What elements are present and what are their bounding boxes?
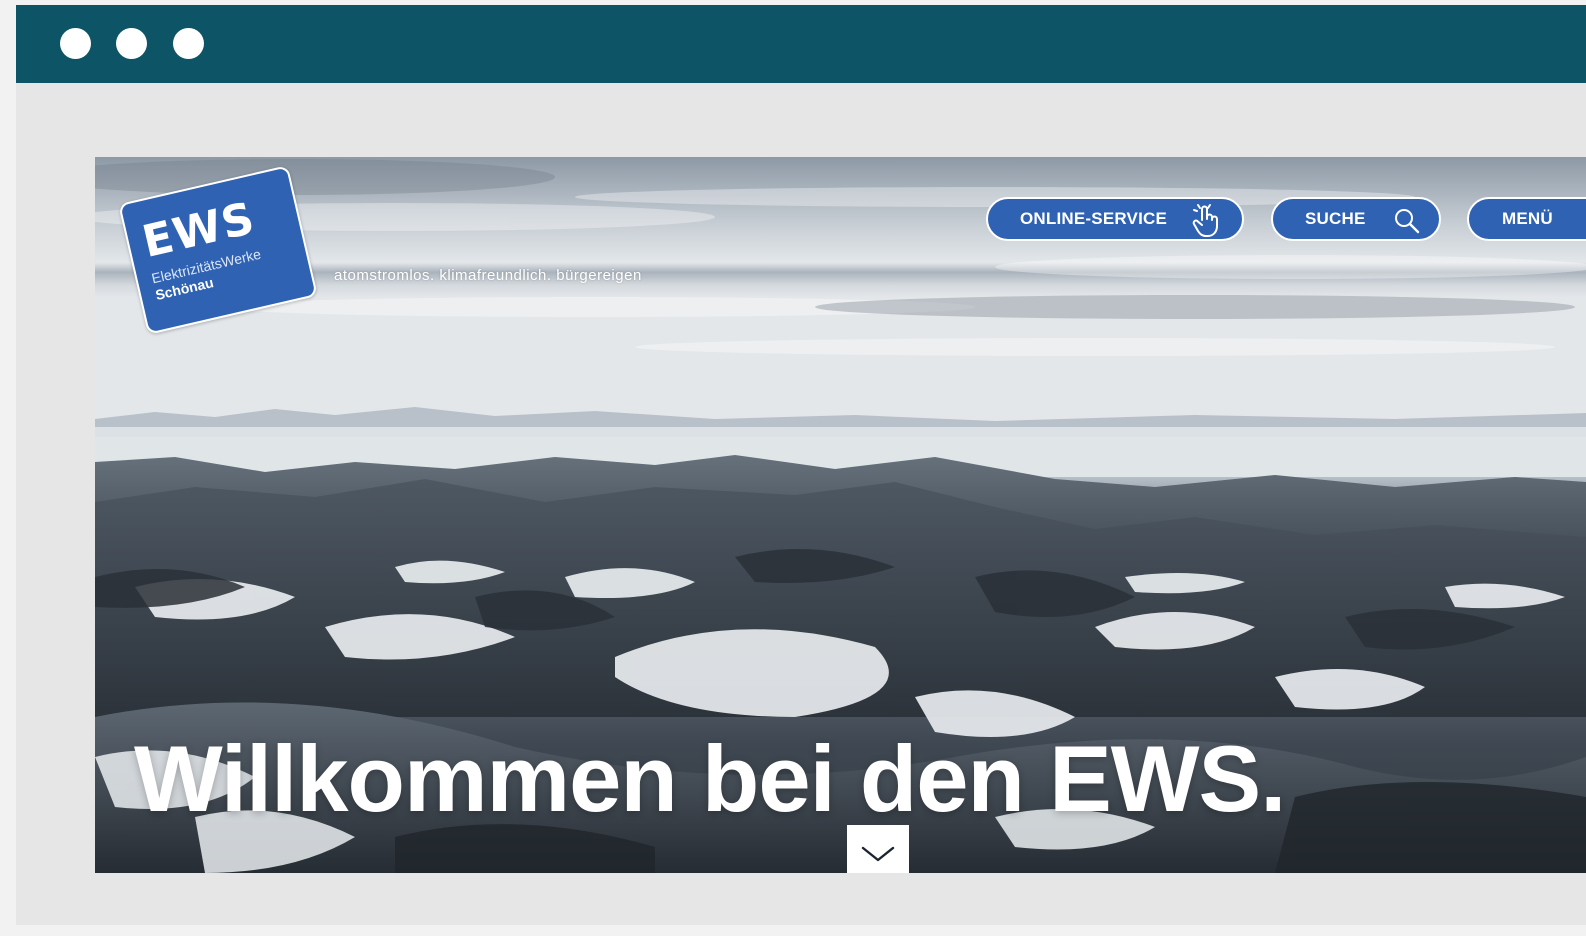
hero-headline: Willkommen bei den EWS. bbox=[134, 726, 1286, 831]
online-service-label: ONLINE-SERVICE bbox=[1020, 209, 1168, 228]
online-service-button[interactable]: ONLINE-SERVICE bbox=[986, 197, 1244, 241]
browser-window: EWS ElektrizitätsWerke Schönau atomstrom… bbox=[16, 5, 1586, 925]
search-button[interactable]: SUCHE bbox=[1271, 197, 1441, 241]
search-icon bbox=[1395, 209, 1420, 234]
scroll-down-button[interactable] bbox=[847, 825, 909, 873]
chevron-down-icon bbox=[861, 846, 895, 862]
window-control-dot-3[interactable] bbox=[173, 28, 204, 59]
menu-button[interactable]: MENÜ bbox=[1467, 197, 1586, 241]
menu-label: MENÜ bbox=[1502, 209, 1553, 228]
search-label: SUCHE bbox=[1305, 209, 1366, 228]
window-titlebar bbox=[16, 5, 1586, 83]
tagline: atomstromlos. klimafreundlich. bürgereig… bbox=[334, 267, 642, 284]
hero-banner: EWS ElektrizitätsWerke Schönau atomstrom… bbox=[95, 157, 1586, 873]
hand-pointer-icon bbox=[1192, 204, 1218, 237]
window-control-dot-1[interactable] bbox=[60, 28, 91, 59]
window-control-dot-2[interactable] bbox=[116, 28, 147, 59]
